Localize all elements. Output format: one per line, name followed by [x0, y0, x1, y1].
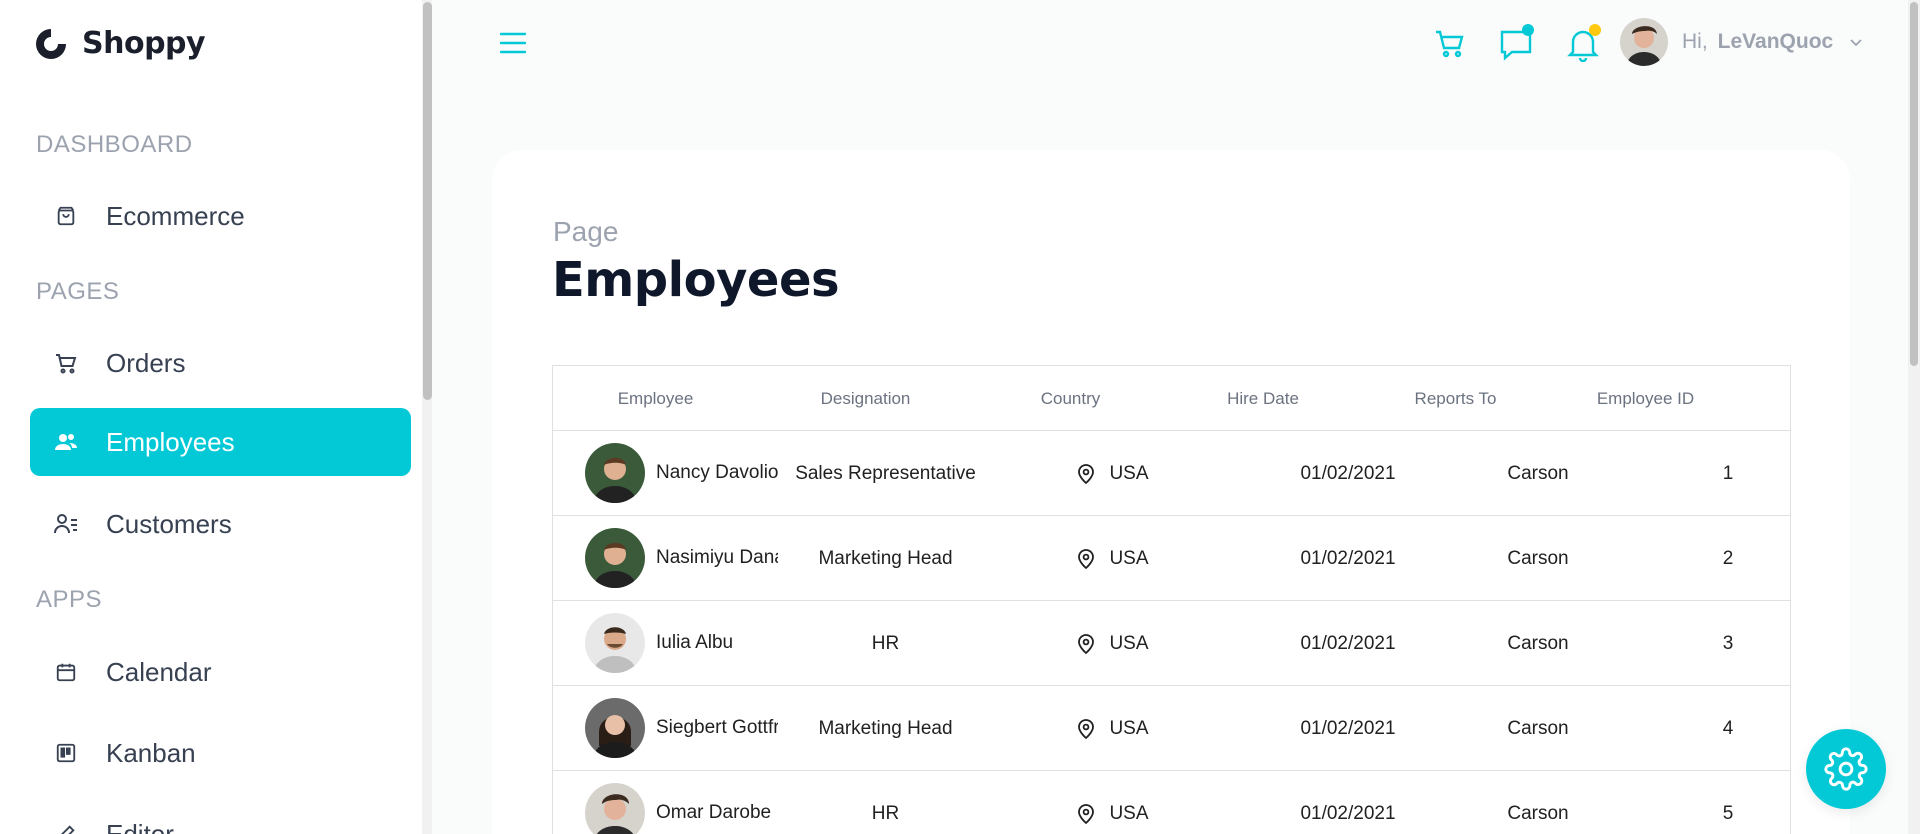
employee-cell: Nasimiyu Danai — [585, 528, 778, 588]
sidebar-item-kanban[interactable]: Kanban — [30, 719, 411, 787]
section-title-pages: PAGES — [36, 278, 120, 305]
reports-to-cell: Carson — [1507, 718, 1569, 739]
kanban-icon — [54, 741, 78, 765]
country-cell: USA — [973, 431, 1253, 516]
employee-cell: Nancy Davolio — [585, 443, 778, 503]
username: LeVanQuoc — [1717, 30, 1834, 53]
sidebar-item-orders[interactable]: Orders — [30, 329, 411, 397]
employee-photo — [585, 443, 645, 503]
country-cell: USA — [973, 601, 1253, 686]
employee-cell: Iulia Albu — [585, 613, 778, 673]
reports-to-cell: Carson — [1507, 803, 1569, 824]
reports-to-cell: Carson — [1507, 463, 1569, 484]
column-header-hire-date[interactable]: Hire Date — [1168, 366, 1358, 431]
employee-photo — [585, 698, 645, 758]
hire-date-cell: 01/02/2021 — [1300, 548, 1396, 569]
employee-cell: Siegbert Gottfried — [585, 698, 778, 758]
app-name: Shoppy — [82, 26, 206, 61]
column-header-designation[interactable]: Designation — [758, 366, 973, 431]
country-name: USA — [1109, 633, 1149, 654]
table-row[interactable]: Nancy Davolio Sales Representative USA 0… — [553, 431, 1790, 516]
sidebar-item-label: Customers — [106, 508, 232, 539]
column-header-employee-id[interactable]: Employee ID — [1553, 366, 1738, 431]
location-pin-icon — [1078, 718, 1095, 739]
sidebar-item-calendar[interactable]: Calendar — [30, 638, 411, 706]
sidebar-item-label: Kanban — [106, 737, 196, 768]
location-pin-icon — [1078, 548, 1095, 569]
gear-icon — [1824, 747, 1868, 791]
breadcrumb: Page — [553, 216, 619, 247]
notification-dot — [1589, 24, 1601, 36]
sidebar-item-label: Orders — [106, 347, 186, 378]
chat-notification-dot — [1522, 24, 1534, 36]
users-icon — [54, 430, 78, 454]
location-pin-icon — [1078, 463, 1095, 484]
shoppy-logo-icon — [36, 28, 66, 59]
sidebar-item-employees[interactable]: Employees — [30, 408, 411, 476]
country-name: USA — [1109, 718, 1149, 739]
sidebar-scrollbar-thumb[interactable] — [423, 2, 432, 400]
table-row[interactable]: Iulia Albu HR USA 01/02/2021 Carson 3 — [553, 601, 1790, 686]
employee-id-cell: 4 — [1722, 718, 1734, 739]
user-list-icon — [54, 512, 78, 536]
country-cell: USA — [973, 686, 1253, 771]
edit-icon — [54, 822, 78, 834]
user-profile-menu[interactable]: Hi, LeVanQuoc — [1620, 18, 1863, 66]
employee-photo — [585, 613, 645, 673]
theme-settings-button[interactable] — [1806, 729, 1886, 809]
grid-header: Employee Designation Country Hire Date R… — [553, 366, 1790, 431]
location-pin-icon — [1078, 633, 1095, 654]
employee-id-cell: 2 — [1722, 548, 1734, 569]
sidebar-item-ecommerce[interactable]: Ecommerce — [30, 182, 411, 250]
employees-grid: Employee Designation Country Hire Date R… — [552, 365, 1791, 834]
country-name: USA — [1109, 548, 1149, 569]
sidebar-item-label: Ecommerce — [106, 200, 245, 231]
employee-id-cell: 1 — [1722, 463, 1734, 484]
menu-icon[interactable] — [500, 32, 526, 54]
sidebar: Shoppy DASHBOARD Ecommerce PAGES Orders … — [0, 0, 432, 834]
greeting-text: Hi, — [1682, 30, 1708, 53]
column-header-country[interactable]: Country — [973, 366, 1168, 431]
section-title-dashboard: DASHBOARD — [36, 131, 193, 158]
sidebar-item-editor[interactable]: Editor — [30, 800, 411, 834]
sidebar-item-label: Employees — [106, 426, 235, 457]
employee-id-cell: 3 — [1722, 633, 1734, 654]
cart-icon — [54, 351, 78, 375]
table-row[interactable]: Omar Darobe HR USA 01/02/2021 Carson 5 — [553, 771, 1790, 834]
hire-date-cell: 01/02/2021 — [1300, 633, 1396, 654]
reports-to-cell: Carson — [1507, 633, 1569, 654]
page-scrollbar-thumb[interactable] — [1910, 2, 1918, 366]
shopping-bag-icon — [54, 204, 78, 228]
employee-cell: Omar Darobe — [585, 783, 778, 834]
country-name: USA — [1109, 463, 1149, 484]
hire-date-cell: 01/02/2021 — [1300, 463, 1396, 484]
location-pin-icon — [1078, 803, 1095, 824]
country-name: USA — [1109, 803, 1149, 824]
country-cell: USA — [973, 516, 1253, 601]
app-logo[interactable]: Shoppy — [34, 26, 206, 61]
reports-to-cell: Carson — [1507, 548, 1569, 569]
sidebar-item-customers[interactable]: Customers — [30, 490, 411, 558]
table-row[interactable]: Siegbert Gottfried Marketing Head USA 01… — [553, 686, 1790, 771]
notifications-button[interactable] — [1565, 24, 1605, 64]
column-header-employee[interactable]: Employee — [553, 366, 758, 431]
cart-icon[interactable] — [1433, 26, 1467, 60]
employee-photo — [585, 528, 645, 588]
column-header-reports-to[interactable]: Reports To — [1358, 366, 1553, 431]
employee-id-cell: 5 — [1722, 803, 1734, 824]
chat-button[interactable] — [1497, 24, 1537, 64]
section-title-apps: APPS — [36, 586, 103, 613]
avatar — [1620, 18, 1668, 66]
page-title: Employees — [552, 252, 840, 308]
country-cell: USA — [973, 771, 1253, 834]
hire-date-cell: 01/02/2021 — [1300, 718, 1396, 739]
hire-date-cell: 01/02/2021 — [1300, 803, 1396, 824]
table-row[interactable]: Nasimiyu Danai Marketing Head USA 01/02/… — [553, 516, 1790, 601]
chevron-down-icon — [1850, 39, 1862, 47]
sidebar-item-label: Calendar — [106, 656, 212, 687]
employee-photo — [585, 783, 645, 834]
calendar-icon — [54, 660, 78, 684]
sidebar-item-label: Editor — [106, 818, 174, 834]
